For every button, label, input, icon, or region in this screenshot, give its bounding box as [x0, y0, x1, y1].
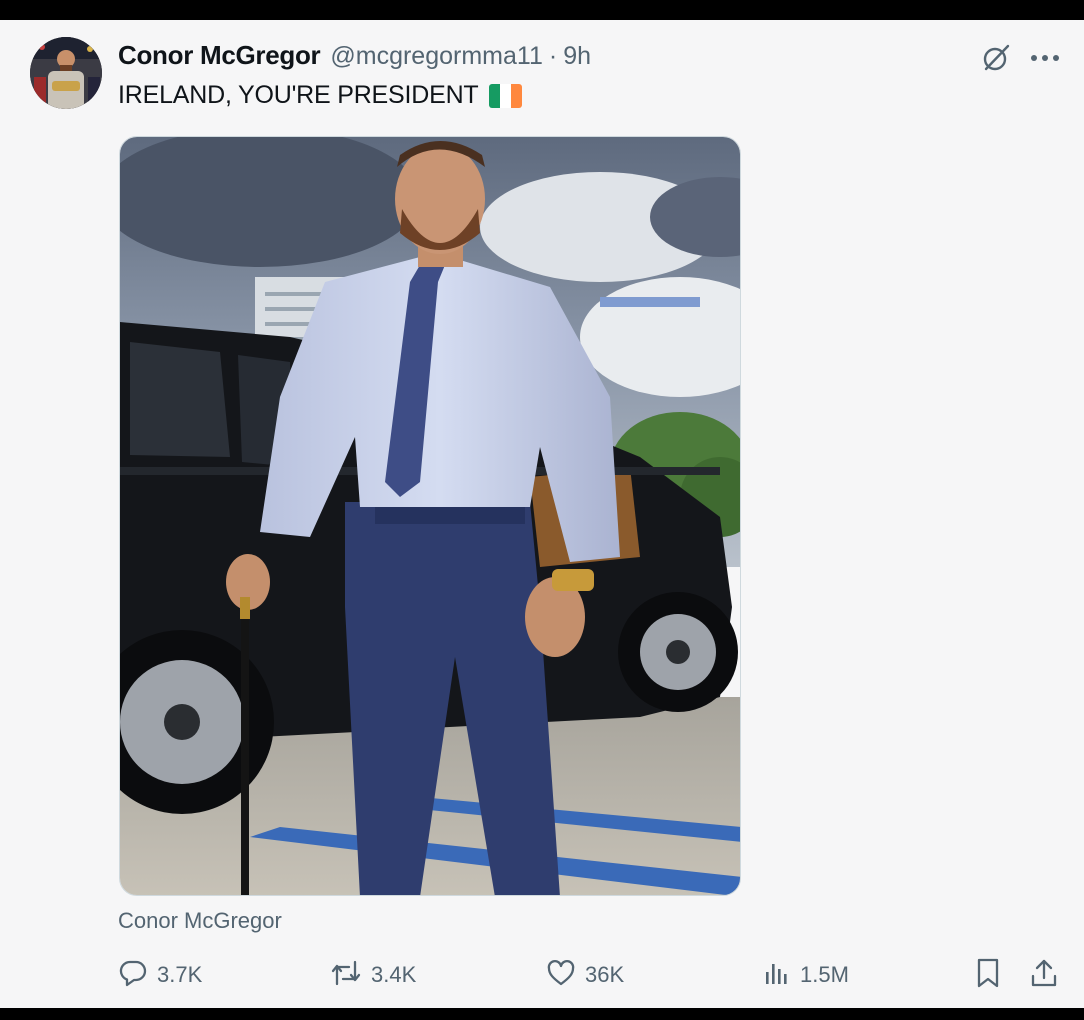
more-icon[interactable]	[1026, 40, 1064, 76]
share-button[interactable]	[1028, 955, 1060, 995]
tweet[interactable]: Conor McGregor @mcgregormma11 · 9h IRELA…	[0, 20, 1084, 1008]
bookmark-button[interactable]	[973, 955, 1003, 995]
ireland-flag-emoji	[488, 83, 522, 108]
bookmark-icon	[973, 957, 1003, 994]
post-text-content: IRELAND, YOU'RE PRESIDENT	[118, 81, 479, 109]
separator-dot: ·	[548, 42, 558, 70]
like-button[interactable]: 36K	[546, 955, 624, 995]
post-header: Conor McGregor @mcgregormma11 · 9h	[118, 40, 591, 74]
author-name[interactable]: Conor McGregor	[118, 40, 321, 71]
like-icon	[546, 958, 576, 993]
repost-button[interactable]: 3.4K	[330, 955, 416, 995]
share-icon	[1028, 957, 1060, 994]
reply-button[interactable]: 3.7K	[118, 955, 202, 995]
views-count: 1.5M	[800, 962, 849, 987]
views-icon	[761, 958, 791, 993]
repost-count: 3.4K	[371, 962, 417, 987]
grok-icon[interactable]	[978, 40, 1014, 76]
media-caption: Conor McGregor	[118, 908, 282, 933]
like-count: 36K	[585, 962, 625, 987]
repost-icon	[330, 958, 362, 993]
author-handle[interactable]: @mcgregormma11	[330, 42, 542, 71]
top-bar	[0, 0, 1084, 20]
post-text: IRELAND, YOU'RE PRESIDENT	[118, 81, 522, 110]
avatar[interactable]	[30, 37, 102, 109]
reply-icon	[118, 958, 148, 993]
views-button[interactable]: 1.5M	[761, 955, 849, 995]
action-bar: 3.7K 3.4K 36K 1.5M	[118, 955, 1064, 995]
bottom-bar	[0, 1008, 1084, 1020]
post-image[interactable]	[119, 136, 741, 896]
post-timestamp[interactable]: 9h	[563, 42, 591, 71]
reply-count: 3.7K	[157, 962, 203, 987]
